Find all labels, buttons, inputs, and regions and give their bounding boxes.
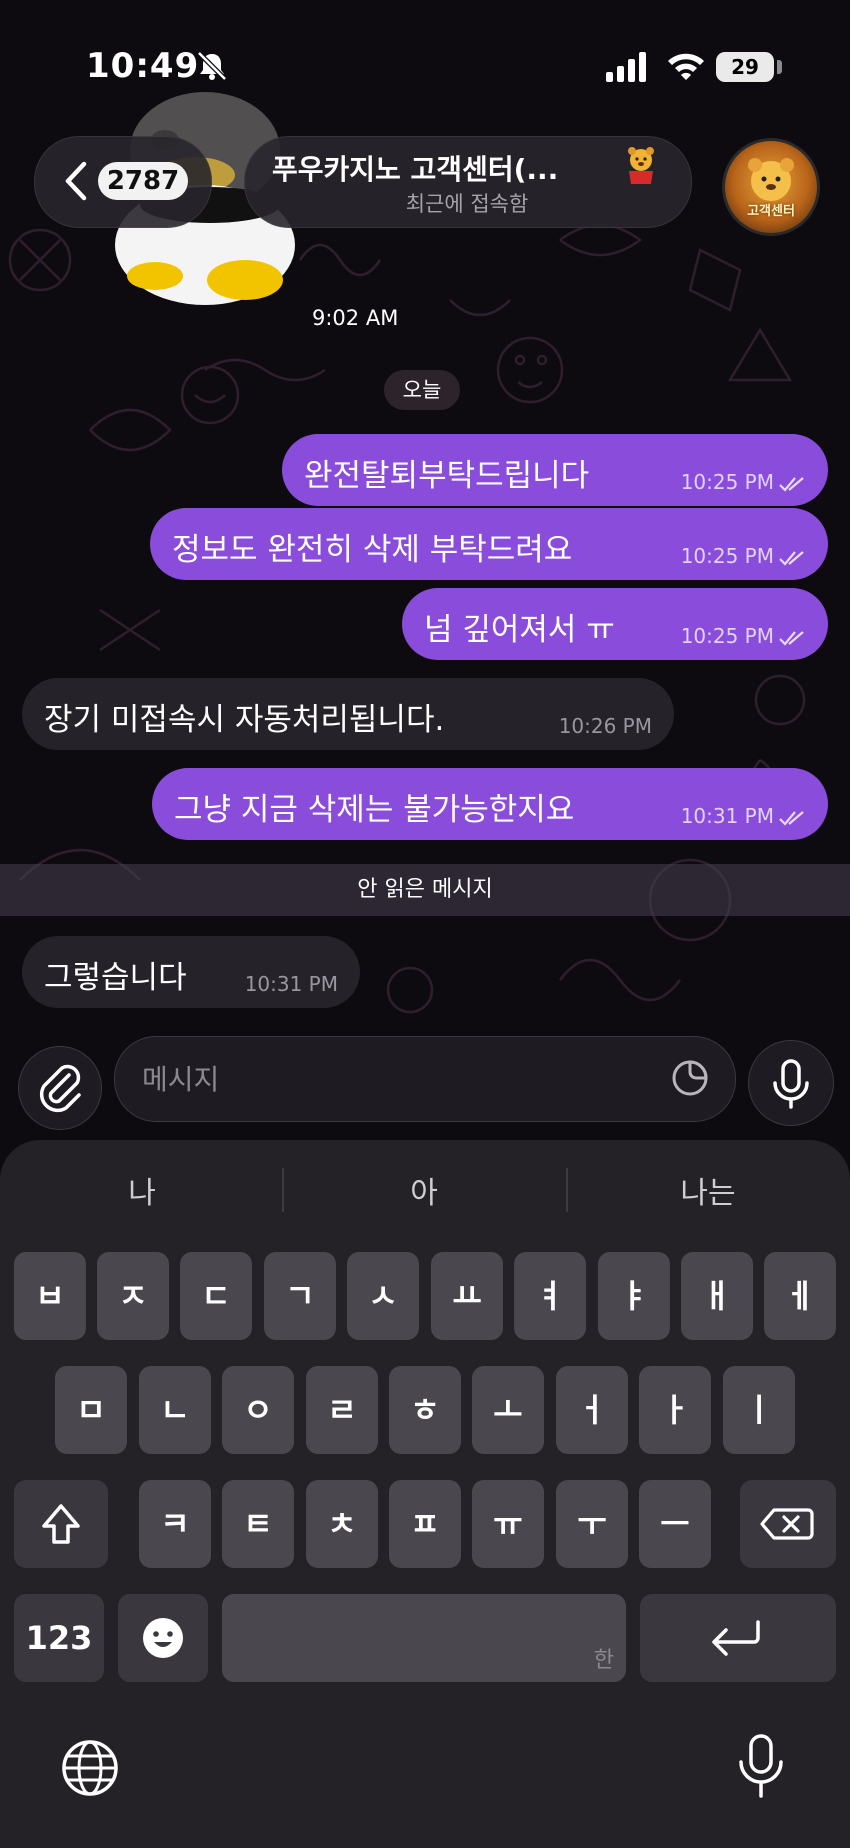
date-separator: 오늘 — [384, 370, 460, 410]
key[interactable]: ㅕ — [514, 1252, 586, 1340]
battery-indicator: 29 — [716, 52, 774, 82]
message-meta: 10:25 PM — [681, 624, 806, 648]
key[interactable]: ㅗ — [472, 1366, 544, 1454]
suggestion-3[interactable]: 나는 — [578, 1168, 838, 1212]
backspace-icon — [760, 1508, 814, 1540]
chat-avatar[interactable]: 고객센터 — [722, 138, 820, 236]
message-text: 그냥 지금 삭제는 불가능한지요 — [174, 792, 575, 828]
sticker-time: 9:02 AM — [312, 306, 399, 330]
key[interactable]: ㅜ — [556, 1480, 628, 1568]
unread-messages-divider: 안 읽은 메시지 — [0, 864, 850, 916]
message-input-placeholder: 메시지 — [142, 1063, 220, 1096]
last-seen-status: 최근에 접속함 — [405, 192, 529, 216]
chevron-left-icon — [65, 161, 87, 201]
key[interactable]: ㅅ — [347, 1252, 419, 1340]
wifi-icon — [668, 53, 704, 80]
space-key[interactable]: 한 — [222, 1594, 626, 1682]
double-check-icon — [779, 476, 804, 492]
message-text: 그렇습니다 — [44, 960, 187, 996]
avatar-label: 고객센터 — [747, 204, 795, 219]
backspace-key[interactable] — [740, 1480, 836, 1568]
shift-key[interactable] — [14, 1480, 108, 1568]
double-check-icon — [779, 550, 804, 566]
numbers-key[interactable]: 123 — [14, 1594, 104, 1682]
message-time: 10:31 PM — [244, 972, 338, 996]
message-text: 정보도 완전히 삭제 부탁드려요 — [172, 532, 573, 568]
key[interactable]: ㅊ — [306, 1480, 378, 1568]
key[interactable]: ㅓ — [556, 1366, 628, 1454]
space-language-label: 한 — [593, 1648, 614, 1673]
key[interactable]: ㅛ — [431, 1252, 503, 1340]
key[interactable]: ㅏ — [639, 1366, 711, 1454]
globe-icon[interactable] — [58, 1736, 122, 1800]
message-meta: 10:25 PM — [681, 470, 806, 494]
key[interactable]: ㅂ — [14, 1252, 86, 1340]
cellular-signal-icon — [606, 52, 646, 82]
message-time: 10:25 PM — [680, 544, 774, 568]
paperclip-icon — [39, 1064, 81, 1113]
key[interactable]: ㅌ — [222, 1480, 294, 1568]
key[interactable]: ㅇ — [222, 1366, 294, 1454]
key[interactable]: ㄴ — [139, 1366, 211, 1454]
double-check-icon — [779, 810, 804, 826]
message-text: 완전탈퇴부탁드립니다 — [304, 458, 590, 494]
double-check-icon — [779, 630, 804, 646]
key[interactable]: ㅠ — [472, 1480, 544, 1568]
suggestion-divider — [282, 1168, 284, 1212]
key[interactable]: ㅡ — [639, 1480, 711, 1568]
message-time: 10:25 PM — [680, 624, 774, 648]
message-bubble-incoming[interactable]: 그렇습니다 10:31 PM — [22, 936, 360, 1008]
key[interactable]: ㅣ — [723, 1366, 795, 1454]
message-bubble-outgoing[interactable]: 완전탈퇴부탁드립니다 10:25 PM — [282, 434, 828, 506]
dictation-microphone-icon[interactable] — [734, 1732, 788, 1802]
key[interactable]: ㄱ — [264, 1252, 336, 1340]
message-time: 10:31 PM — [680, 804, 774, 828]
suggestion-1[interactable]: 나 — [12, 1168, 272, 1212]
suggestion-2[interactable]: 아 — [294, 1168, 554, 1212]
microphone-icon — [773, 1059, 809, 1109]
sticker-icon[interactable] — [670, 1058, 710, 1098]
message-bubble-incoming[interactable]: 장기 미접속시 자동처리됩니다. 10:26 PM — [22, 678, 674, 750]
attach-button[interactable] — [18, 1046, 102, 1130]
key[interactable]: ㅈ — [97, 1252, 169, 1340]
message-bubble-outgoing[interactable]: 넘 깊어져서 ㅠ 10:25 PM — [402, 588, 828, 660]
message-text: 넘 깊어져서 ㅠ — [424, 612, 615, 648]
key[interactable]: ㄷ — [180, 1252, 252, 1340]
key[interactable]: ㄹ — [306, 1366, 378, 1454]
chat-title: 푸우카지노 고객센터(... — [272, 153, 559, 186]
message-meta: 10:25 PM — [681, 544, 806, 568]
bear-avatar-icon — [748, 158, 794, 201]
key[interactable]: ㅑ — [598, 1252, 670, 1340]
emoji-key[interactable] — [118, 1594, 208, 1682]
message-meta: 10:31 PM — [681, 804, 806, 828]
message-text: 장기 미접속시 자동처리됩니다. — [44, 702, 445, 738]
key[interactable]: ㅁ — [55, 1366, 127, 1454]
pooh-bear-emoji-icon — [628, 147, 654, 184]
emoji-smiley-icon — [143, 1618, 183, 1658]
voice-message-button[interactable] — [748, 1040, 834, 1126]
message-time: 10:26 PM — [558, 714, 652, 738]
key[interactable]: ㅔ — [764, 1252, 836, 1340]
suggestion-divider — [566, 1168, 568, 1212]
message-time: 10:25 PM — [680, 470, 774, 494]
key[interactable]: ㅎ — [389, 1366, 461, 1454]
mute-bell-icon — [197, 51, 227, 81]
key[interactable]: ㅐ — [681, 1252, 753, 1340]
key[interactable]: ㅍ — [389, 1480, 461, 1568]
unread-count-badge: 2787 — [98, 162, 188, 200]
shift-arrow-icon — [42, 1504, 80, 1544]
message-bubble-outgoing[interactable]: 그냥 지금 삭제는 불가능한지요 10:31 PM — [152, 768, 828, 840]
return-arrow-icon — [712, 1620, 760, 1656]
return-key[interactable] — [640, 1594, 836, 1682]
key[interactable]: ㅋ — [139, 1480, 211, 1568]
message-bubble-outgoing[interactable]: 정보도 완전히 삭제 부탁드려요 10:25 PM — [150, 508, 828, 580]
battery-cap — [777, 60, 782, 74]
